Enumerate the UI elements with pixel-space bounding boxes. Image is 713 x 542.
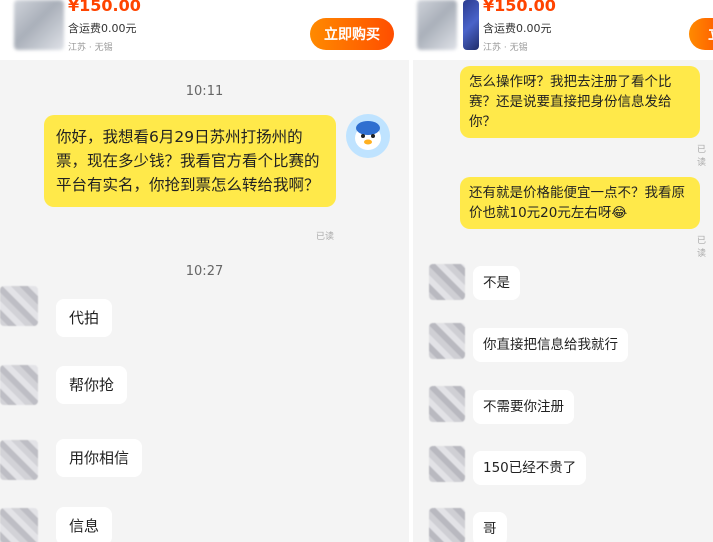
blurred-header-area bbox=[417, 0, 457, 50]
contact-avatar[interactable] bbox=[429, 323, 465, 359]
outgoing-message-bubble[interactable]: 怎么操作呀？我把去注册了看个比赛？还是说要直接把身份信息发给你？ bbox=[460, 66, 700, 138]
read-status: 已读 bbox=[697, 145, 707, 168]
incoming-message-bubble[interactable]: 哥 bbox=[473, 512, 507, 542]
incoming-message-bubble[interactable]: 用你相信 bbox=[56, 439, 143, 477]
contact-avatar[interactable] bbox=[429, 446, 465, 482]
product-bar: ¥150.00 含运费0.00元 江苏 · 无锡 立 bbox=[413, 0, 713, 60]
incoming-message-bubble[interactable]: 帮你抢 bbox=[56, 366, 128, 404]
incoming-message-bubble[interactable]: 不是 bbox=[473, 266, 520, 300]
shipping-text: 含运费0.00元 bbox=[68, 22, 137, 35]
chat-screenshot-right: ¥150.00 含运费0.00元 江苏 · 无锡 立 怎么操作呀？我把去注册了看… bbox=[413, 0, 713, 542]
incoming-message-bubble[interactable]: 不需要你注册 bbox=[473, 390, 574, 424]
contact-avatar[interactable] bbox=[0, 508, 38, 542]
outgoing-message-bubble[interactable]: 你好，我想看6月29日苏州打扬州的票，现在多少钱？我看官方看个比赛的平台有实名，… bbox=[44, 115, 336, 207]
penguin-avatar-icon[interactable] bbox=[346, 114, 390, 158]
product-bar: ¥150.00 含运费0.00元 江苏 · 无锡 立即购买 bbox=[0, 0, 409, 60]
buy-now-button[interactable]: 立 bbox=[689, 18, 713, 50]
chat-screenshot-left: ¥150.00 含运费0.00元 江苏 · 无锡 立即购买 10:11 你好，我… bbox=[0, 0, 409, 542]
buy-now-button[interactable]: 立即购买 bbox=[310, 18, 394, 50]
contact-avatar[interactable] bbox=[429, 264, 465, 300]
product-thumbnail[interactable] bbox=[14, 0, 64, 50]
contact-avatar[interactable] bbox=[0, 365, 38, 405]
shipping-text: 含运费0.00元 bbox=[483, 22, 552, 35]
contact-avatar[interactable] bbox=[429, 508, 465, 542]
read-status: 已读 bbox=[316, 232, 335, 242]
incoming-message-bubble[interactable]: 150已经不贵了 bbox=[473, 451, 587, 485]
timestamp: 10:27 bbox=[185, 264, 224, 279]
location-text: 江苏 · 无锡 bbox=[68, 43, 113, 53]
product-price: ¥150.00 bbox=[68, 0, 141, 15]
product-thumbnail[interactable] bbox=[463, 0, 479, 50]
location-text: 江苏 · 无锡 bbox=[483, 43, 528, 53]
contact-avatar[interactable] bbox=[429, 386, 465, 422]
outgoing-message-bubble[interactable]: 还有就是价格能便宜一点不？我看原价也就10元20元左右呀😂 bbox=[460, 177, 700, 229]
incoming-message-bubble[interactable]: 你直接把信息给我就行 bbox=[473, 328, 628, 362]
incoming-message-bubble[interactable]: 代拍 bbox=[56, 299, 113, 337]
contact-avatar[interactable] bbox=[0, 440, 38, 480]
product-price: ¥150.00 bbox=[483, 0, 556, 15]
timestamp: 10:11 bbox=[185, 84, 224, 99]
incoming-message-bubble[interactable]: 信息 bbox=[56, 507, 113, 542]
contact-avatar[interactable] bbox=[0, 286, 38, 326]
read-status: 已读 bbox=[697, 236, 707, 259]
